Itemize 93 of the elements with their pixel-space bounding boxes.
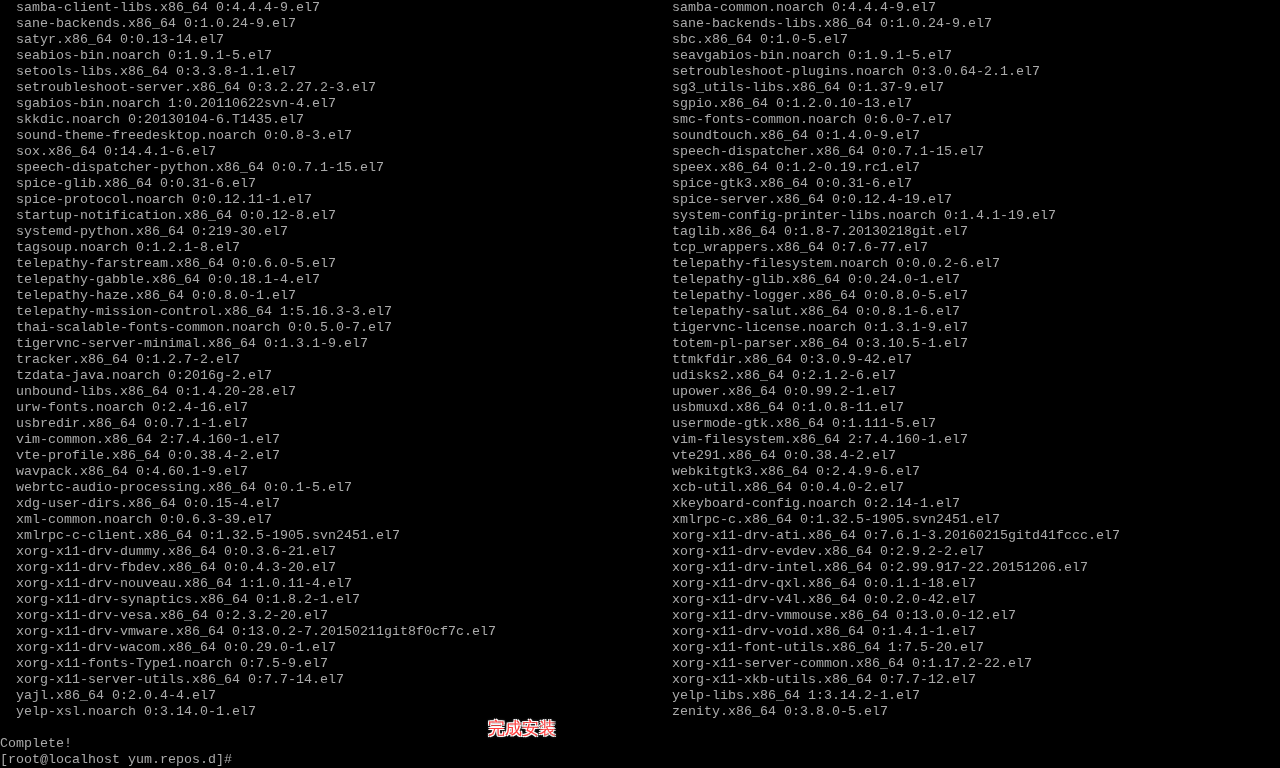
package-line: usbmuxd.x86_64 0:1.0.8-11.el7 bbox=[672, 400, 904, 416]
package-line: telepathy-filesystem.noarch 0:0.0.2-6.el7 bbox=[672, 256, 1000, 272]
package-line: xorg-x11-fonts-Type1.noarch 0:7.5-9.el7 bbox=[16, 656, 328, 672]
package-line: spice-glib.x86_64 0:0.31-6.el7 bbox=[16, 176, 256, 192]
package-line: setools-libs.x86_64 0:3.3.8-1.1.el7 bbox=[16, 64, 296, 80]
package-line: usermode-gtk.x86_64 0:1.111-5.el7 bbox=[672, 416, 936, 432]
package-line: spice-server.x86_64 0:0.12.4-19.el7 bbox=[672, 192, 952, 208]
package-line: totem-pl-parser.x86_64 0:3.10.5-1.el7 bbox=[672, 336, 968, 352]
package-line: webkitgtk3.x86_64 0:2.4.9-6.el7 bbox=[672, 464, 920, 480]
package-line: satyr.x86_64 0:0.13-14.el7 bbox=[16, 32, 224, 48]
package-line: vte291.x86_64 0:0.38.4-2.el7 bbox=[672, 448, 896, 464]
package-line: skkdic.noarch 0:20130104-6.T1435.el7 bbox=[16, 112, 304, 128]
package-line: xorg-x11-drv-intel.x86_64 0:2.99.917-22.20151206.el7 bbox=[672, 560, 1088, 576]
package-line: yelp-libs.x86_64 1:3.14.2-1.el7 bbox=[672, 688, 920, 704]
package-line: telepathy-salut.x86_64 0:0.8.1-6.el7 bbox=[672, 304, 960, 320]
package-line: tzdata-java.noarch 0:2016g-2.el7 bbox=[16, 368, 272, 384]
package-line: vim-common.x86_64 2:7.4.160-1.el7 bbox=[16, 432, 280, 448]
package-line: xmlrpc-c.x86_64 0:1.32.5-1905.svn2451.el7 bbox=[672, 512, 1000, 528]
package-line: vte-profile.x86_64 0:0.38.4-2.el7 bbox=[16, 448, 280, 464]
package-line: speech-dispatcher-python.x86_64 0:0.7.1-15.el7 bbox=[16, 160, 384, 176]
package-line: thai-scalable-fonts-common.noarch 0:0.5.0-7.el7 bbox=[16, 320, 392, 336]
package-line: udisks2.x86_64 0:2.1.2-6.el7 bbox=[672, 368, 896, 384]
package-line: xorg-x11-drv-qxl.x86_64 0:0.1.1-18.el7 bbox=[672, 576, 976, 592]
package-line: setroubleshoot-server.x86_64 0:3.2.27.2-3.el7 bbox=[16, 80, 376, 96]
package-line: tracker.x86_64 0:1.2.7-2.el7 bbox=[16, 352, 240, 368]
package-line: xorg-x11-font-utils.x86_64 1:7.5-20.el7 bbox=[672, 640, 984, 656]
package-line: xorg-x11-drv-wacom.x86_64 0:0.29.0-1.el7 bbox=[16, 640, 336, 656]
package-line: smc-fonts-common.noarch 0:6.0-7.el7 bbox=[672, 112, 952, 128]
package-line: xorg-x11-drv-nouveau.x86_64 1:1.0.11-4.el7 bbox=[16, 576, 352, 592]
package-line: system-config-printer-libs.noarch 0:1.4.1-19.el7 bbox=[672, 208, 1056, 224]
terminal-line: Complete! bbox=[0, 736, 72, 752]
package-line: xmlrpc-c-client.x86_64 0:1.32.5-1905.svn2451.el7 bbox=[16, 528, 400, 544]
shell-prompt: [root@localhost yum.repos.d]# bbox=[0, 752, 232, 768]
package-line: samba-client-libs.x86_64 0:4.4.4-9.el7 bbox=[16, 0, 320, 16]
package-line: tigervnc-server-minimal.x86_64 0:1.3.1-9.el7 bbox=[16, 336, 368, 352]
package-line: taglib.x86_64 0:1.8-7.20130218git.el7 bbox=[672, 224, 968, 240]
package-line: sox.x86_64 0:14.4.1-6.el7 bbox=[16, 144, 216, 160]
package-line: startup-notification.x86_64 0:0.12-8.el7 bbox=[16, 208, 336, 224]
package-line: speech-dispatcher.x86_64 0:0.7.1-15.el7 bbox=[672, 144, 984, 160]
package-line: sg3_utils-libs.x86_64 0:1.37-9.el7 bbox=[672, 80, 944, 96]
package-line: xorg-x11-server-utils.x86_64 0:7.7-14.el7 bbox=[16, 672, 344, 688]
package-line: telepathy-gabble.x86_64 0:0.18.1-4.el7 bbox=[16, 272, 320, 288]
package-line: xorg-x11-drv-evdev.x86_64 0:2.9.2-2.el7 bbox=[672, 544, 984, 560]
package-line: sane-backends.x86_64 0:1.0.24-9.el7 bbox=[16, 16, 296, 32]
package-line: telepathy-logger.x86_64 0:0.8.0-5.el7 bbox=[672, 288, 968, 304]
package-line: ttmkfdir.x86_64 0:3.0.9-42.el7 bbox=[672, 352, 912, 368]
package-line: spice-gtk3.x86_64 0:0.31-6.el7 bbox=[672, 176, 912, 192]
package-line: urw-fonts.noarch 0:2.4-16.el7 bbox=[16, 400, 248, 416]
package-line: xorg-x11-drv-vmmouse.x86_64 0:13.0.0-12.el7 bbox=[672, 608, 1016, 624]
package-line: seavgabios-bin.noarch 0:1.9.1-5.el7 bbox=[672, 48, 952, 64]
package-line: xml-common.noarch 0:0.6.3-39.el7 bbox=[16, 512, 272, 528]
package-line: sgpio.x86_64 0:1.2.0.10-13.el7 bbox=[672, 96, 912, 112]
package-line: webrtc-audio-processing.x86_64 0:0.1-5.el7 bbox=[16, 480, 352, 496]
package-line: yajl.x86_64 0:2.0.4-4.el7 bbox=[16, 688, 216, 704]
package-line: samba-common.noarch 0:4.4.4-9.el7 bbox=[672, 0, 936, 16]
package-line: usbredir.x86_64 0:0.7.1-1.el7 bbox=[16, 416, 248, 432]
package-line: telepathy-mission-control.x86_64 1:5.16.3-3.el7 bbox=[16, 304, 392, 320]
package-line: xorg-x11-drv-dummy.x86_64 0:0.3.6-21.el7 bbox=[16, 544, 336, 560]
package-line: xorg-x11-xkb-utils.x86_64 0:7.7-12.el7 bbox=[672, 672, 976, 688]
package-line: setroubleshoot-plugins.noarch 0:3.0.64-2.1.el7 bbox=[672, 64, 1040, 80]
package-line: telepathy-glib.x86_64 0:0.24.0-1.el7 bbox=[672, 272, 960, 288]
package-line: tcp_wrappers.x86_64 0:7.6-77.el7 bbox=[672, 240, 928, 256]
package-line: wavpack.x86_64 0:4.60.1-9.el7 bbox=[16, 464, 248, 480]
package-line: sbc.x86_64 0:1.0-5.el7 bbox=[672, 32, 848, 48]
package-line: upower.x86_64 0:0.99.2-1.el7 bbox=[672, 384, 896, 400]
package-line: spice-protocol.noarch 0:0.12.11-1.el7 bbox=[16, 192, 312, 208]
package-line: sound-theme-freedesktop.noarch 0:0.8-3.el7 bbox=[16, 128, 352, 144]
package-line: soundtouch.x86_64 0:1.4.0-9.el7 bbox=[672, 128, 920, 144]
package-line: xorg-x11-drv-v4l.x86_64 0:0.2.0-42.el7 bbox=[672, 592, 976, 608]
package-line: tagsoup.noarch 0:1.2.1-8.el7 bbox=[16, 240, 240, 256]
package-line: xorg-x11-server-common.x86_64 0:1.17.2-22.el7 bbox=[672, 656, 1032, 672]
package-line: tigervnc-license.noarch 0:1.3.1-9.el7 bbox=[672, 320, 968, 336]
package-line: sane-backends-libs.x86_64 0:1.0.24-9.el7 bbox=[672, 16, 992, 32]
package-line: telepathy-farstream.x86_64 0:0.6.0-5.el7 bbox=[16, 256, 336, 272]
package-line: speex.x86_64 0:1.2-0.19.rc1.el7 bbox=[672, 160, 920, 176]
package-line: unbound-libs.x86_64 0:1.4.20-28.el7 bbox=[16, 384, 296, 400]
package-line: xorg-x11-drv-synaptics.x86_64 0:1.8.2-1.el7 bbox=[16, 592, 360, 608]
package-line: xdg-user-dirs.x86_64 0:0.15-4.el7 bbox=[16, 496, 280, 512]
package-line: xorg-x11-drv-vesa.x86_64 0:2.3.2-20.el7 bbox=[16, 608, 328, 624]
package-line: systemd-python.x86_64 0:219-30.el7 bbox=[16, 224, 288, 240]
package-line: xorg-x11-drv-void.x86_64 0:1.4.1-1.el7 bbox=[672, 624, 976, 640]
package-line: seabios-bin.noarch 0:1.9.1-5.el7 bbox=[16, 48, 272, 64]
package-line: telepathy-haze.x86_64 0:0.8.0-1.el7 bbox=[16, 288, 296, 304]
package-line: xkeyboard-config.noarch 0:2.14-1.el7 bbox=[672, 496, 960, 512]
package-line: vim-filesystem.x86_64 2:7.4.160-1.el7 bbox=[672, 432, 968, 448]
package-line: zenity.x86_64 0:3.8.0-5.el7 bbox=[672, 704, 888, 720]
package-line: yelp-xsl.noarch 0:3.14.0-1.el7 bbox=[16, 704, 256, 720]
package-line: xcb-util.x86_64 0:0.4.0-2.el7 bbox=[672, 480, 904, 496]
package-line: xorg-x11-drv-ati.x86_64 0:7.6.1-3.20160215gitd41fccc.el7 bbox=[672, 528, 1120, 544]
package-line: sgabios-bin.noarch 1:0.20110622svn-4.el7 bbox=[16, 96, 336, 112]
annotation-label: 完成安装 bbox=[488, 717, 556, 739]
package-line: xorg-x11-drv-fbdev.x86_64 0:0.4.3-20.el7 bbox=[16, 560, 336, 576]
package-line: xorg-x11-drv-vmware.x86_64 0:13.0.2-7.20150211git8f0cf7c.el7 bbox=[16, 624, 496, 640]
